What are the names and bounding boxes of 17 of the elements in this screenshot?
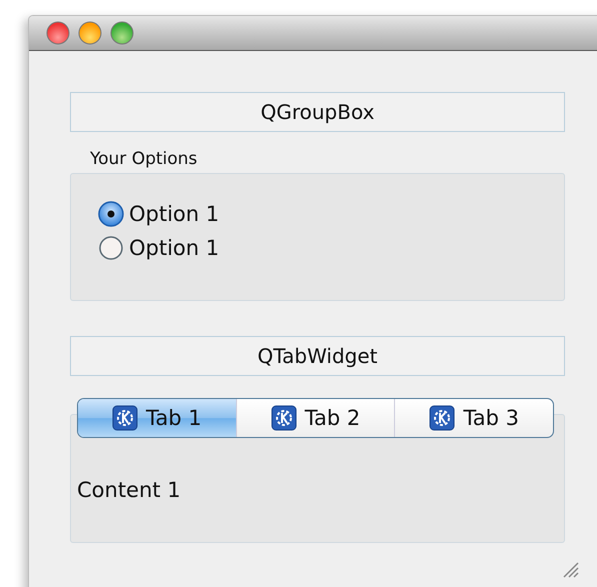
gear-icon (270, 405, 297, 431)
group-box-heading: QGroupBox (70, 92, 565, 132)
option-label: Option 1 (129, 236, 220, 260)
group-title: Your Options (90, 149, 198, 169)
radio-button[interactable] (97, 234, 125, 262)
close-button[interactable] (46, 21, 70, 45)
tab[interactable]: Tab 1 (78, 399, 236, 437)
option-label: Option 1 (129, 202, 220, 226)
minimize-button[interactable] (78, 21, 102, 45)
tab[interactable]: Tab 3 (394, 399, 553, 437)
tab-widget-heading: QTabWidget (70, 336, 565, 376)
gear-icon (112, 405, 138, 431)
radio-button[interactable] (97, 200, 125, 228)
gear-icon (429, 405, 456, 431)
tab-content-text: Content 1 (77, 478, 181, 502)
tab[interactable]: Tab 2 (236, 399, 394, 437)
zoom-button[interactable] (110, 21, 134, 45)
